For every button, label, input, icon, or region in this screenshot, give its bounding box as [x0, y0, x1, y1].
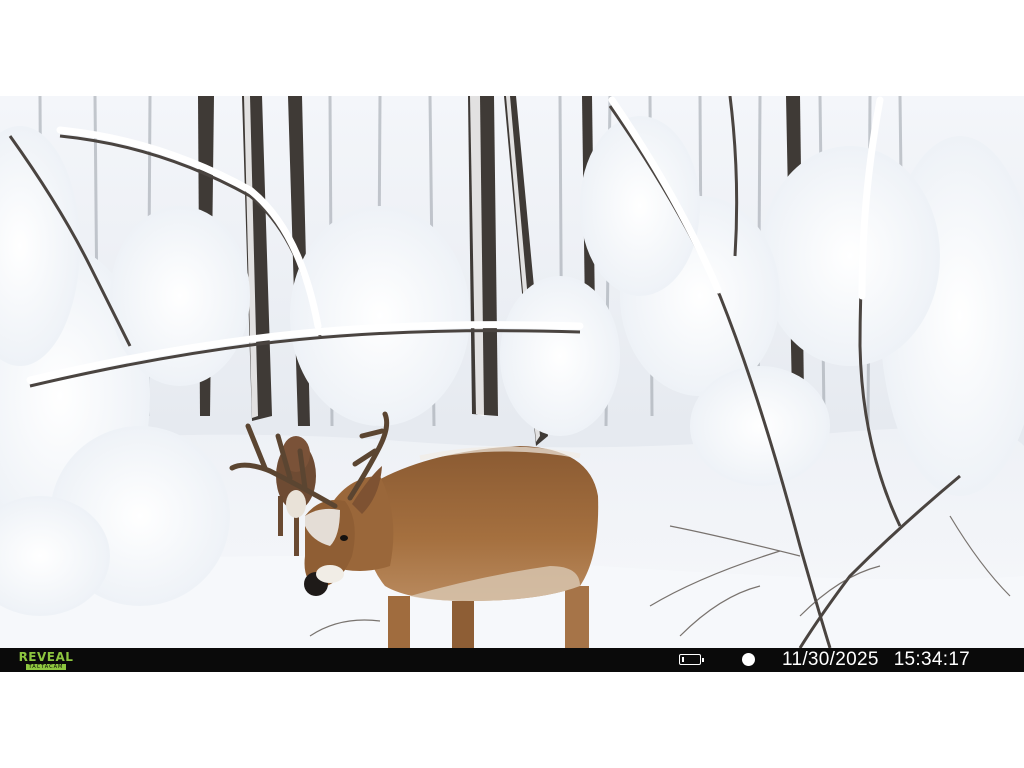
capture-time: 15:34:17: [893, 649, 971, 670]
trail-camera-page: REVEAL TACTACAM 11/30/2025 15:34:17: [0, 0, 1024, 768]
capture-date: 11/30/2025: [782, 649, 879, 670]
battery-level-fill: [681, 656, 684, 662]
reveal-tactacam-logo: REVEAL TACTACAM: [6, 650, 86, 670]
camera-info-bar: REVEAL TACTACAM 11/30/2025 15:34:17: [0, 648, 1024, 672]
brand-subtitle: TACTACAM: [25, 663, 67, 670]
brand-name: REVEAL: [18, 649, 74, 664]
full-moon-icon: [742, 653, 755, 666]
timestamp: 11/30/2025 15:34:17: [782, 648, 970, 672]
snowy-forest-scene: [0, 96, 1024, 648]
trail-camera-photo: [0, 96, 1024, 648]
battery-icon: [679, 654, 704, 665]
